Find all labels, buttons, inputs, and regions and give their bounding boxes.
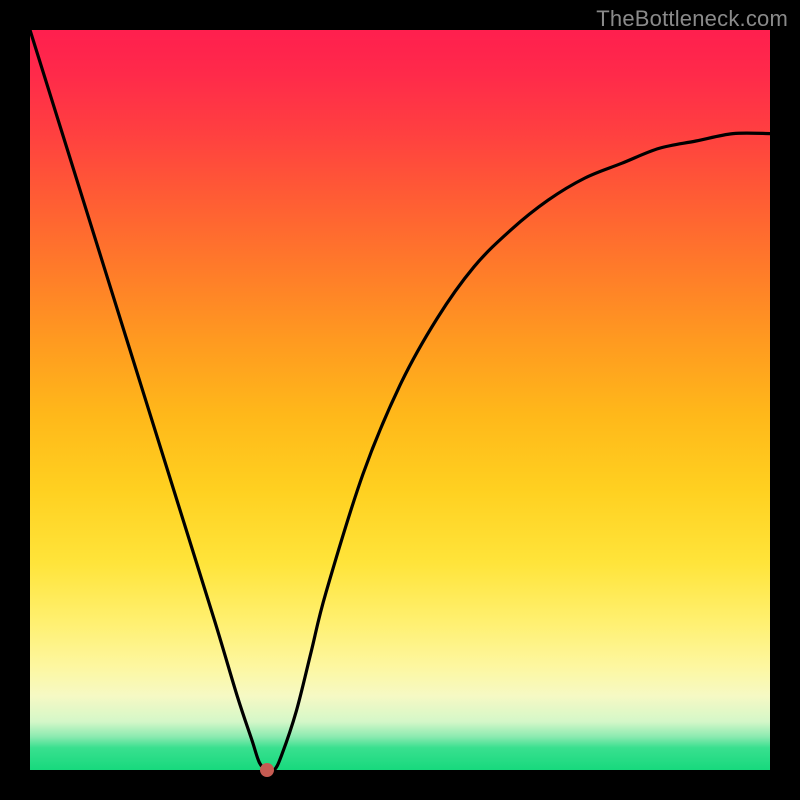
chart-frame: TheBottleneck.com [0,0,800,800]
optimal-point-marker [260,763,274,777]
watermark-text: TheBottleneck.com [596,6,788,32]
plot-area [30,30,770,770]
curve-svg [30,30,770,770]
bottleneck-curve-path [30,30,770,770]
